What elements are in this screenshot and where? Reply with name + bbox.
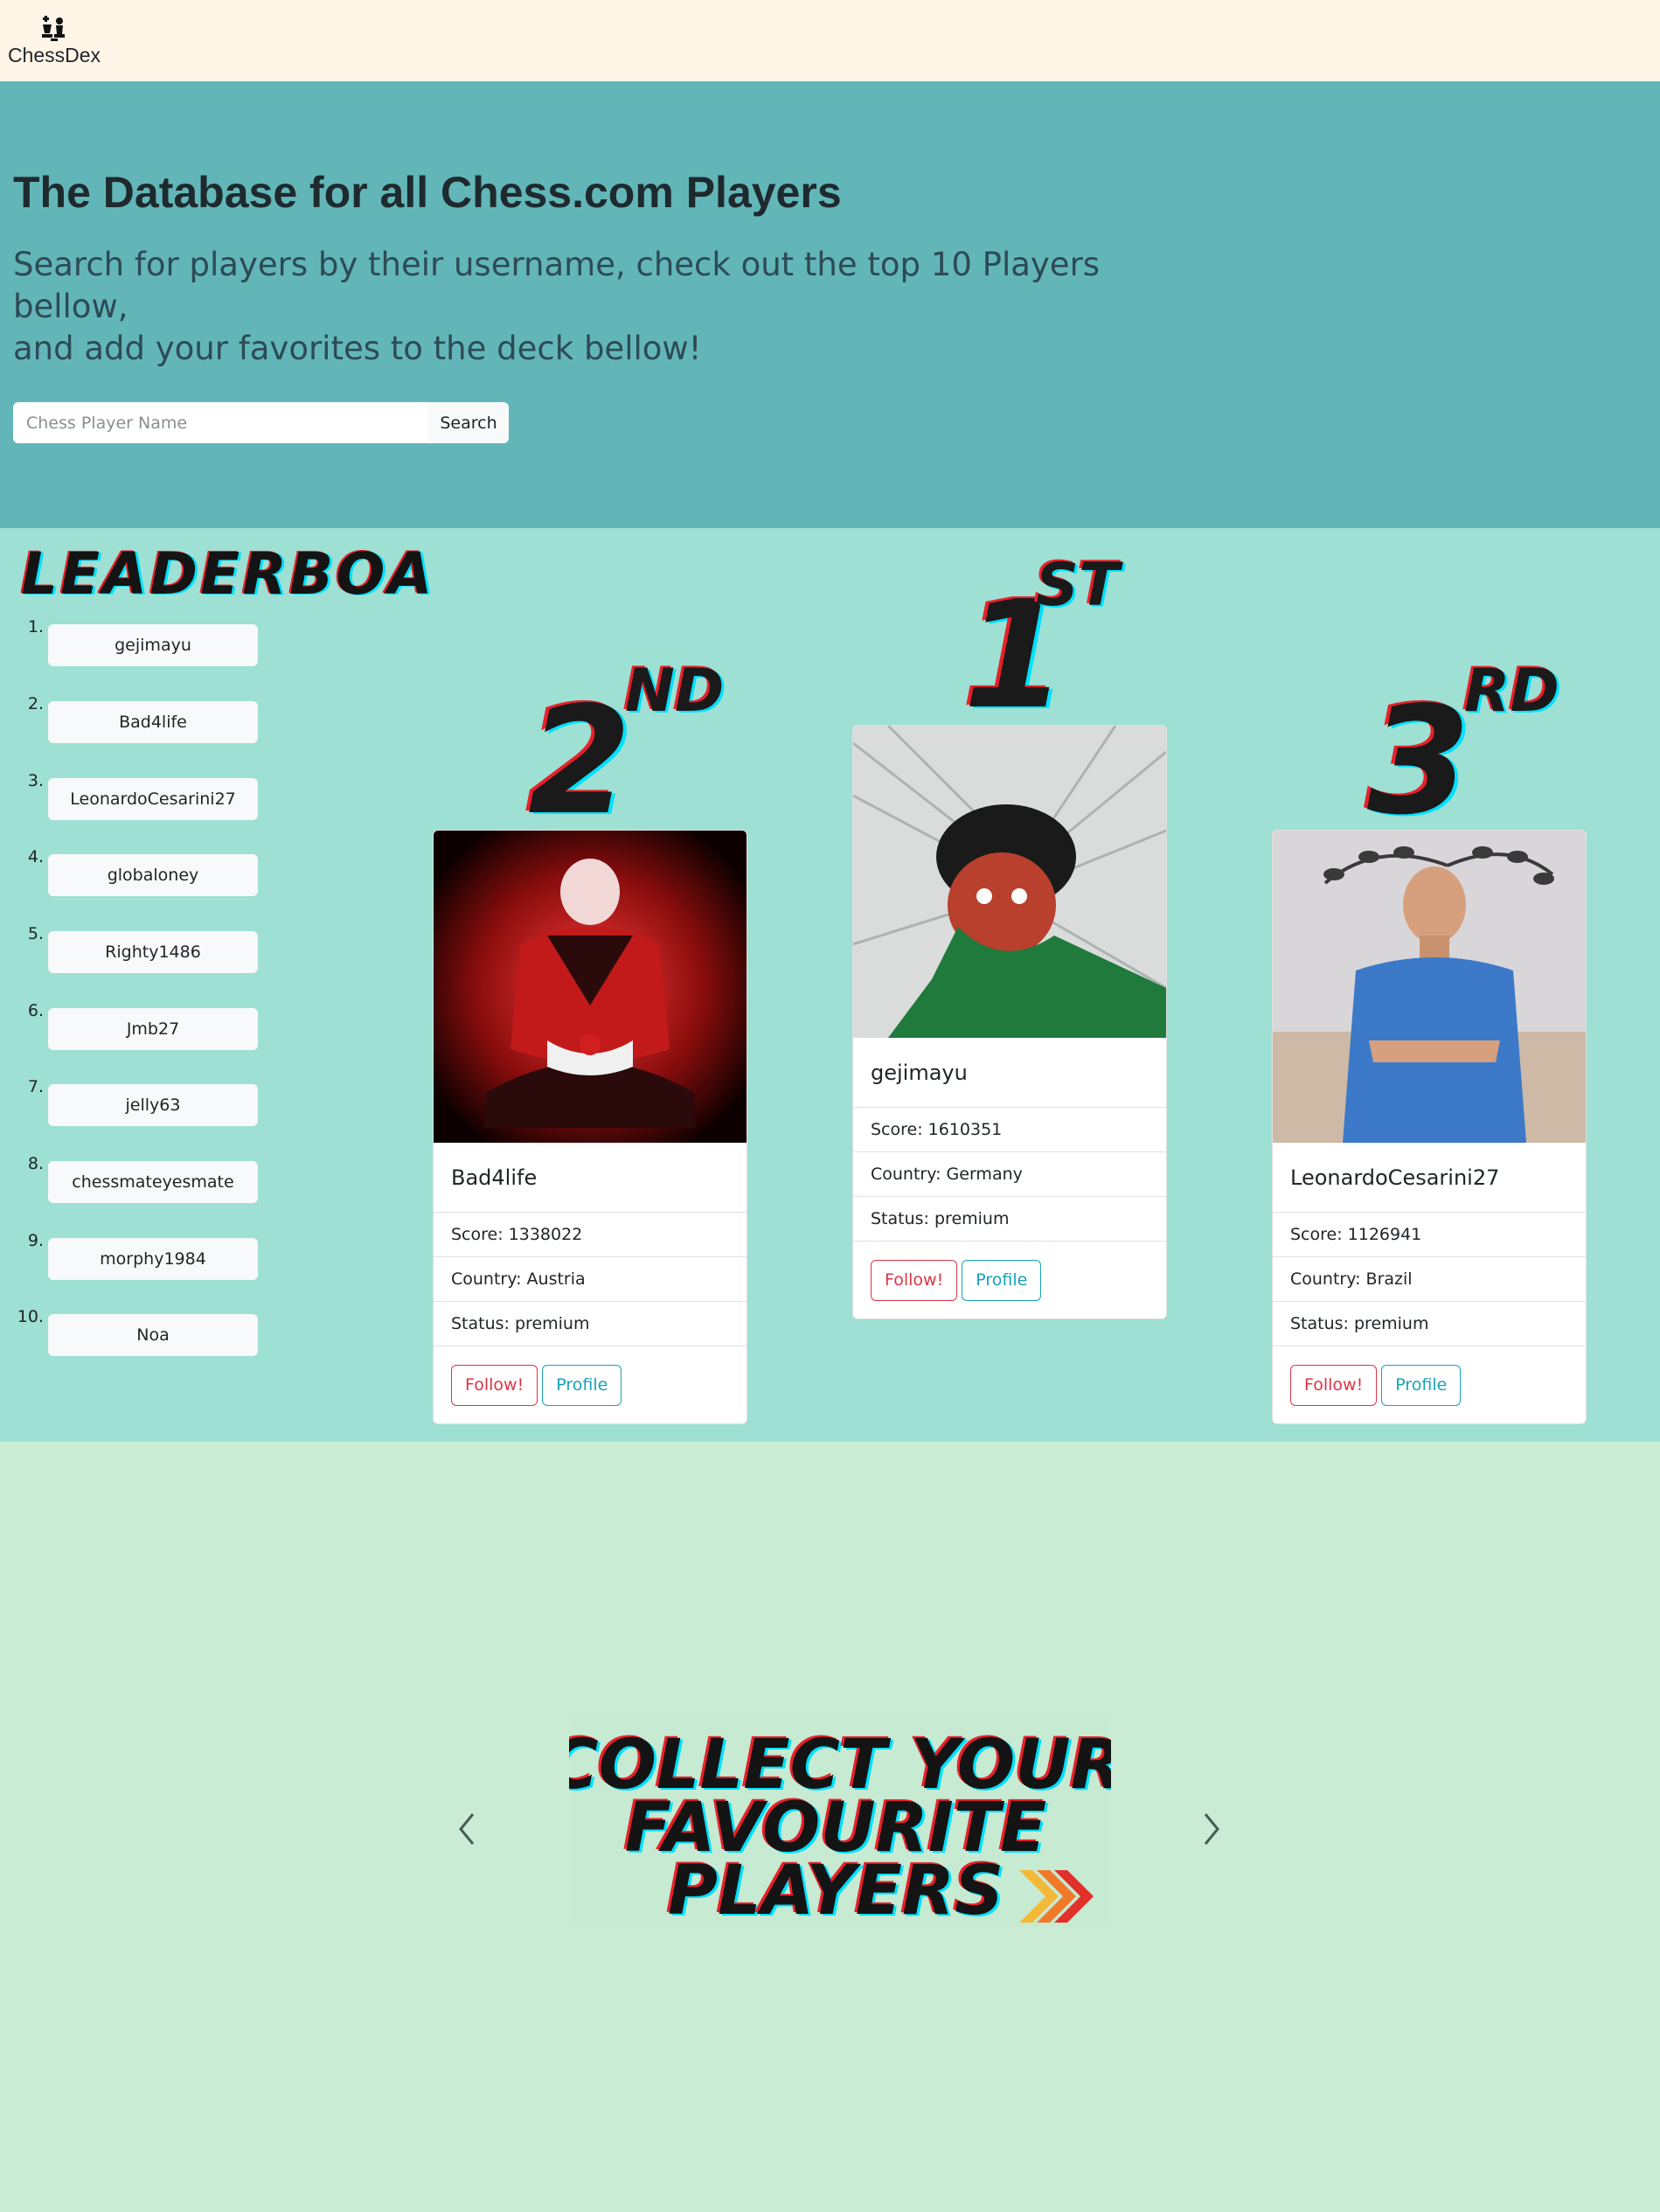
- carousel-slide: COLLECT YOUR COLLECT YOUR COLLECT YOUR F…: [545, 1717, 1126, 1932]
- player-status: Status: premium: [434, 1302, 747, 1346]
- player-country: Country: Brazil: [1273, 1257, 1586, 1302]
- leaderboard-item: 9. morphy1984: [0, 1231, 262, 1280]
- rank-number: 9.: [27, 1231, 44, 1250]
- player-avatar: [1273, 831, 1586, 1143]
- player-status: Status: premium: [853, 1197, 1166, 1242]
- first-place-graphic: 1 1 1 ST ST ST: [960, 549, 1126, 719]
- leaderboard-item: 5. Righty1486: [0, 924, 262, 973]
- leaderboard-player-button[interactable]: Jmb27: [48, 1008, 258, 1050]
- player-card-third: LeonardoCesarini27 Score: 1126941 Countr…: [1272, 830, 1587, 1424]
- player-status: Status: premium: [1273, 1302, 1586, 1346]
- leaderboard-player-button[interactable]: Righty1486: [48, 931, 258, 973]
- rank-number: 4.: [27, 847, 44, 866]
- player-avatar: [434, 831, 747, 1143]
- player-name: LeonardoCesarini27: [1273, 1143, 1586, 1213]
- card-actions: Follow! Profile: [434, 1346, 747, 1423]
- search-input[interactable]: [13, 402, 429, 443]
- carousel-prev-button[interactable]: [450, 1807, 485, 1851]
- follow-button[interactable]: Follow!: [1290, 1364, 1378, 1406]
- profile-button[interactable]: Profile: [542, 1364, 622, 1406]
- leaderboard-heading: LEADERBOARD LEADERBOARD LEADERBOARD: [19, 540, 430, 609]
- brand-name: ChessDex: [7, 44, 101, 66]
- leaderboard-item: 1. gejimayu: [0, 617, 262, 666]
- svg-text:RD: RD: [1464, 657, 1559, 726]
- navbar: ChessDex: [0, 0, 1660, 81]
- rank-number: 10.: [17, 1307, 44, 1326]
- leaderboard-item: 10. Noa: [0, 1307, 262, 1356]
- leaderboard-player-button[interactable]: morphy1984: [48, 1238, 258, 1280]
- player-name: Bad4life: [434, 1143, 747, 1213]
- leaderboard-item: 8. chessmateyesmate: [0, 1154, 262, 1203]
- follow-button[interactable]: Follow!: [871, 1259, 958, 1301]
- second-place-graphic: 2 2 2 ND ND ND: [524, 655, 726, 821]
- leaderboard-player-button[interactable]: Bad4life: [48, 701, 258, 743]
- chevron-right-icon: [1204, 1813, 1219, 1845]
- player-score: Score: 1338022: [434, 1213, 747, 1257]
- leaderboard-item: 2. Bad4life: [0, 694, 262, 743]
- leaderboard-item: 3. LeonardoCesarini27: [0, 771, 262, 820]
- svg-text:ST: ST: [1036, 551, 1123, 620]
- leaderboard-player-button[interactable]: jelly63: [48, 1084, 258, 1126]
- leaderboard-player-button[interactable]: Noa: [48, 1314, 258, 1356]
- subtitle-line-1: Search for players by their username, ch…: [13, 246, 1101, 325]
- collect-section: COLLECT YOUR COLLECT YOUR COLLECT YOUR F…: [0, 1442, 1660, 2212]
- player-country: Country: Austria: [434, 1257, 747, 1302]
- leaderboard-player-button[interactable]: LeonardoCesarini27: [48, 778, 258, 820]
- player-card-second: Bad4life Score: 1338022 Country: Austria…: [433, 830, 747, 1424]
- chess-pieces-icon: [42, 16, 65, 41]
- leaderboard-item: 7. jelly63: [0, 1077, 262, 1126]
- profile-button[interactable]: Profile: [962, 1259, 1042, 1301]
- leaderboard-player-button[interactable]: gejimayu: [48, 624, 258, 666]
- svg-text:PLAYERS: PLAYERS: [668, 1852, 1004, 1927]
- rank-number: 8.: [27, 1154, 44, 1173]
- hero-section: The Database for all Chess.com Players S…: [0, 81, 1660, 528]
- rank-number: 1.: [27, 617, 44, 636]
- svg-text:ND: ND: [625, 657, 724, 726]
- player-avatar: [853, 726, 1166, 1038]
- page-subtitle: Search for players by their username, ch…: [13, 244, 1219, 370]
- page-title: The Database for all Chess.com Players: [13, 168, 842, 217]
- rank-number: 6.: [27, 1001, 44, 1020]
- chevrons-right-icon: [1019, 1870, 1094, 1923]
- leaderboard-player-button[interactable]: globaloney: [48, 854, 258, 896]
- rank-number: 2.: [27, 694, 44, 713]
- chevron-left-icon: [459, 1813, 475, 1845]
- leaderboard-player-button[interactable]: chessmateyesmate: [48, 1161, 258, 1203]
- rank-number: 5.: [27, 924, 44, 943]
- carousel-next-button[interactable]: [1193, 1807, 1228, 1851]
- card-actions: Follow! Profile: [853, 1242, 1166, 1318]
- player-score: Score: 1610351: [853, 1108, 1166, 1152]
- profile-button[interactable]: Profile: [1381, 1364, 1462, 1406]
- svg-text:3: 3: [1367, 675, 1470, 821]
- brand-link[interactable]: ChessDex: [5, 12, 103, 67]
- search-form: Search: [13, 402, 509, 443]
- leaderboard-section: LEADERBOARD LEADERBOARD LEADERBOARD 1. g…: [0, 528, 1660, 1442]
- player-country: Country: Germany: [853, 1152, 1166, 1197]
- rank-number: 7.: [27, 1077, 44, 1096]
- player-score: Score: 1126941: [1273, 1213, 1586, 1257]
- card-actions: Follow! Profile: [1273, 1346, 1586, 1423]
- collect-banner: COLLECT YOUR COLLECT YOUR COLLECT YOUR F…: [545, 1724, 1125, 1932]
- search-button[interactable]: Search: [428, 402, 509, 443]
- player-card-first: gejimayu Score: 1610351 Country: Germany…: [852, 725, 1167, 1319]
- leaderboard-item: 6. Jmb27: [0, 1001, 262, 1050]
- follow-button[interactable]: Follow!: [451, 1364, 538, 1406]
- rank-number: 3.: [27, 771, 44, 790]
- svg-text:2: 2: [528, 675, 631, 821]
- leaderboard-item: 4. globaloney: [0, 847, 262, 896]
- third-place-graphic: 3 3 3 RD RD RD: [1364, 655, 1562, 821]
- svg-text:LEADERBOARD: LEADERBOARD: [21, 540, 430, 608]
- subtitle-line-2: and add your favorites to the deck bello…: [13, 330, 702, 367]
- player-name: gejimayu: [853, 1038, 1166, 1108]
